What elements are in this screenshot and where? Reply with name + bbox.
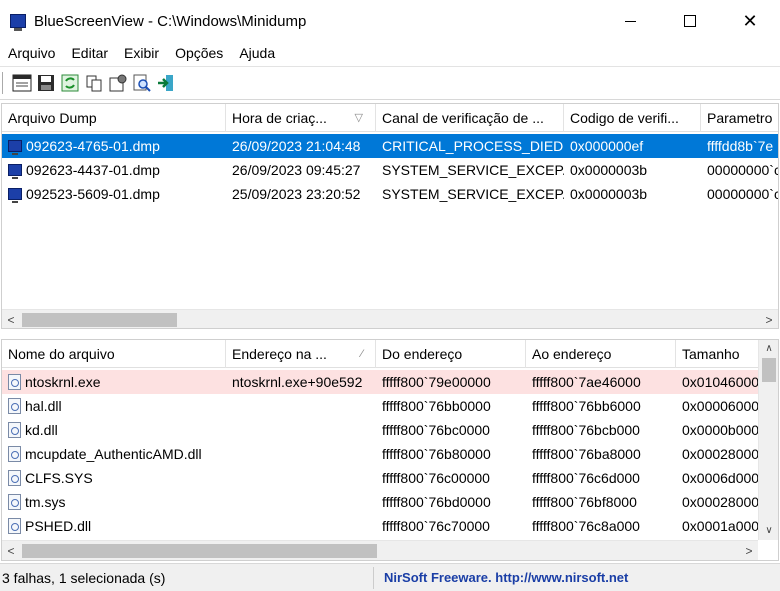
column-header-endereco[interactable]: Endereço na ... ⁄ — [226, 340, 376, 368]
save-button[interactable] — [34, 71, 58, 95]
file-icon — [8, 398, 21, 415]
table-row[interactable]: mcupdate_AuthenticAMD.dll fffff800`76b80… — [2, 442, 758, 466]
driver-rows: ntoskrnl.exe ntoskrnl.exe+90e592 fffff80… — [2, 370, 758, 538]
options-icon — [109, 74, 127, 92]
title-bar: BlueScreenView - C:\Windows\Minidump ✕ — [0, 0, 780, 42]
sort-desc-icon: ▽ — [354, 112, 363, 124]
table-row[interactable]: 092623-4437-01.dmp 26/09/2023 09:45:27 S… — [2, 158, 778, 182]
sort-icon: ⁄ — [361, 348, 363, 360]
file-icon — [8, 518, 21, 535]
scroll-thumb[interactable] — [762, 358, 776, 382]
table-row[interactable]: hal.dll fffff800`76bb0000 fffff800`76bb6… — [2, 394, 758, 418]
find-icon — [133, 74, 151, 92]
copy-icon — [86, 75, 102, 92]
column-header-arquivo-dump[interactable]: Arquivo Dump — [2, 104, 226, 132]
column-header-parametro[interactable]: Parametro — [701, 104, 778, 132]
find-button[interactable] — [130, 71, 154, 95]
scroll-right-icon[interactable]: > — [760, 310, 778, 328]
column-header-do-endereco[interactable]: Do endereço — [376, 340, 526, 368]
toolbar — [0, 66, 780, 100]
column-header-codigo[interactable]: Codigo de verifi... — [564, 104, 701, 132]
column-header-hora-label: Hora de criaç... — [232, 110, 327, 126]
close-button[interactable]: ✕ — [724, 0, 776, 42]
save-icon — [38, 75, 54, 91]
menu-editar[interactable]: Editar — [63, 45, 116, 61]
column-header-ao-endereco[interactable]: Ao endereço — [526, 340, 676, 368]
file-icon — [8, 422, 21, 439]
column-header-endereco-label: Endereço na ... — [232, 346, 327, 362]
column-header-tamanho[interactable]: Tamanho — [676, 340, 766, 368]
menu-arquivo[interactable]: Arquivo — [0, 45, 63, 61]
scroll-right-icon[interactable]: > — [740, 541, 758, 560]
monitor-icon — [8, 188, 22, 204]
menu-bar: Arquivo Editar Exibir Opções Ajuda — [0, 42, 780, 64]
scroll-thumb[interactable] — [22, 313, 177, 327]
copy-button[interactable] — [82, 71, 106, 95]
column-header-hora[interactable]: Hora de criaç... ▽ — [226, 104, 376, 132]
minimize-button[interactable] — [604, 0, 656, 42]
dump-table-header: Arquivo Dump Hora de criaç... ▽ Canal de … — [2, 104, 778, 132]
table-row[interactable]: 092523-5609-01.dmp 25/09/2023 23:20:52 S… — [2, 182, 778, 206]
column-header-canal[interactable]: Canal de verificação de ... — [376, 104, 564, 132]
scroll-down-icon[interactable]: ∨ — [759, 522, 778, 540]
file-icon — [8, 470, 21, 487]
scroll-left-icon[interactable]: < — [2, 541, 20, 560]
driver-horizontal-scrollbar[interactable]: < > — [2, 540, 758, 560]
monitor-icon — [8, 140, 22, 156]
close-icon: ✕ — [742, 10, 758, 31]
minimize-icon — [624, 20, 636, 22]
scroll-left-icon[interactable]: < — [2, 310, 20, 328]
toolbar-grip — [2, 72, 4, 94]
file-icon — [8, 494, 21, 511]
table-row[interactable]: kd.dll fffff800`76bc0000 fffff800`76bcb0… — [2, 418, 758, 442]
dump-rows: 092623-4765-01.dmp 26/09/2023 21:04:48 C… — [2, 134, 778, 206]
menu-opcoes[interactable]: Opções — [167, 45, 231, 61]
table-row[interactable]: CLFS.SYS fffff800`76c00000 fffff800`76c6… — [2, 466, 758, 490]
menu-exibir[interactable]: Exibir — [116, 45, 167, 61]
maximize-button[interactable] — [664, 0, 716, 42]
maximize-icon — [684, 15, 696, 27]
driver-table-header: Nome do arquivo Endereço na ... ⁄ Do ende… — [2, 340, 766, 368]
options-button[interactable] — [106, 71, 130, 95]
exit-button[interactable] — [154, 71, 178, 95]
window-title: BlueScreenView - C:\Windows\Minidump — [34, 12, 307, 30]
table-row[interactable]: tm.sys fffff800`76bd0000 fffff800`76bf80… — [2, 490, 758, 514]
menu-ajuda[interactable]: Ajuda — [231, 45, 283, 61]
table-row[interactable]: ntoskrnl.exe ntoskrnl.exe+90e592 fffff80… — [2, 370, 758, 394]
file-icon — [8, 374, 21, 391]
column-header-nome-arquivo[interactable]: Nome do arquivo — [2, 340, 226, 368]
scroll-up-icon[interactable]: ∧ — [759, 340, 778, 358]
refresh-icon — [61, 74, 79, 92]
scroll-thumb[interactable] — [22, 544, 377, 558]
file-icon — [8, 446, 21, 463]
monitor-icon — [10, 14, 26, 31]
exit-icon — [158, 75, 173, 91]
nirsoft-link[interactable]: NirSoft Freeware. http://www.nirsoft.net — [374, 570, 628, 585]
dump-horizontal-scrollbar[interactable]: < > — [2, 309, 778, 328]
refresh-button[interactable] — [58, 71, 82, 95]
properties-button[interactable] — [10, 71, 34, 95]
properties-icon — [12, 74, 32, 92]
status-bar: 3 falhas, 1 selecionada (s) NirSoft Free… — [0, 563, 780, 591]
status-count: 3 falhas, 1 selecionada (s) — [0, 566, 374, 589]
table-row[interactable]: PSHED.dll fffff800`76c70000 fffff800`76c… — [2, 514, 758, 538]
monitor-icon — [8, 164, 22, 180]
dump-list-pane: Arquivo Dump Hora de criaç... ▽ Canal de … — [1, 103, 779, 329]
table-row[interactable]: 092623-4765-01.dmp 26/09/2023 21:04:48 C… — [2, 134, 778, 158]
driver-list-pane: Nome do arquivo Endereço na ... ⁄ Do ende… — [1, 339, 779, 561]
driver-vertical-scrollbar[interactable]: ∧ ∨ — [758, 340, 778, 540]
